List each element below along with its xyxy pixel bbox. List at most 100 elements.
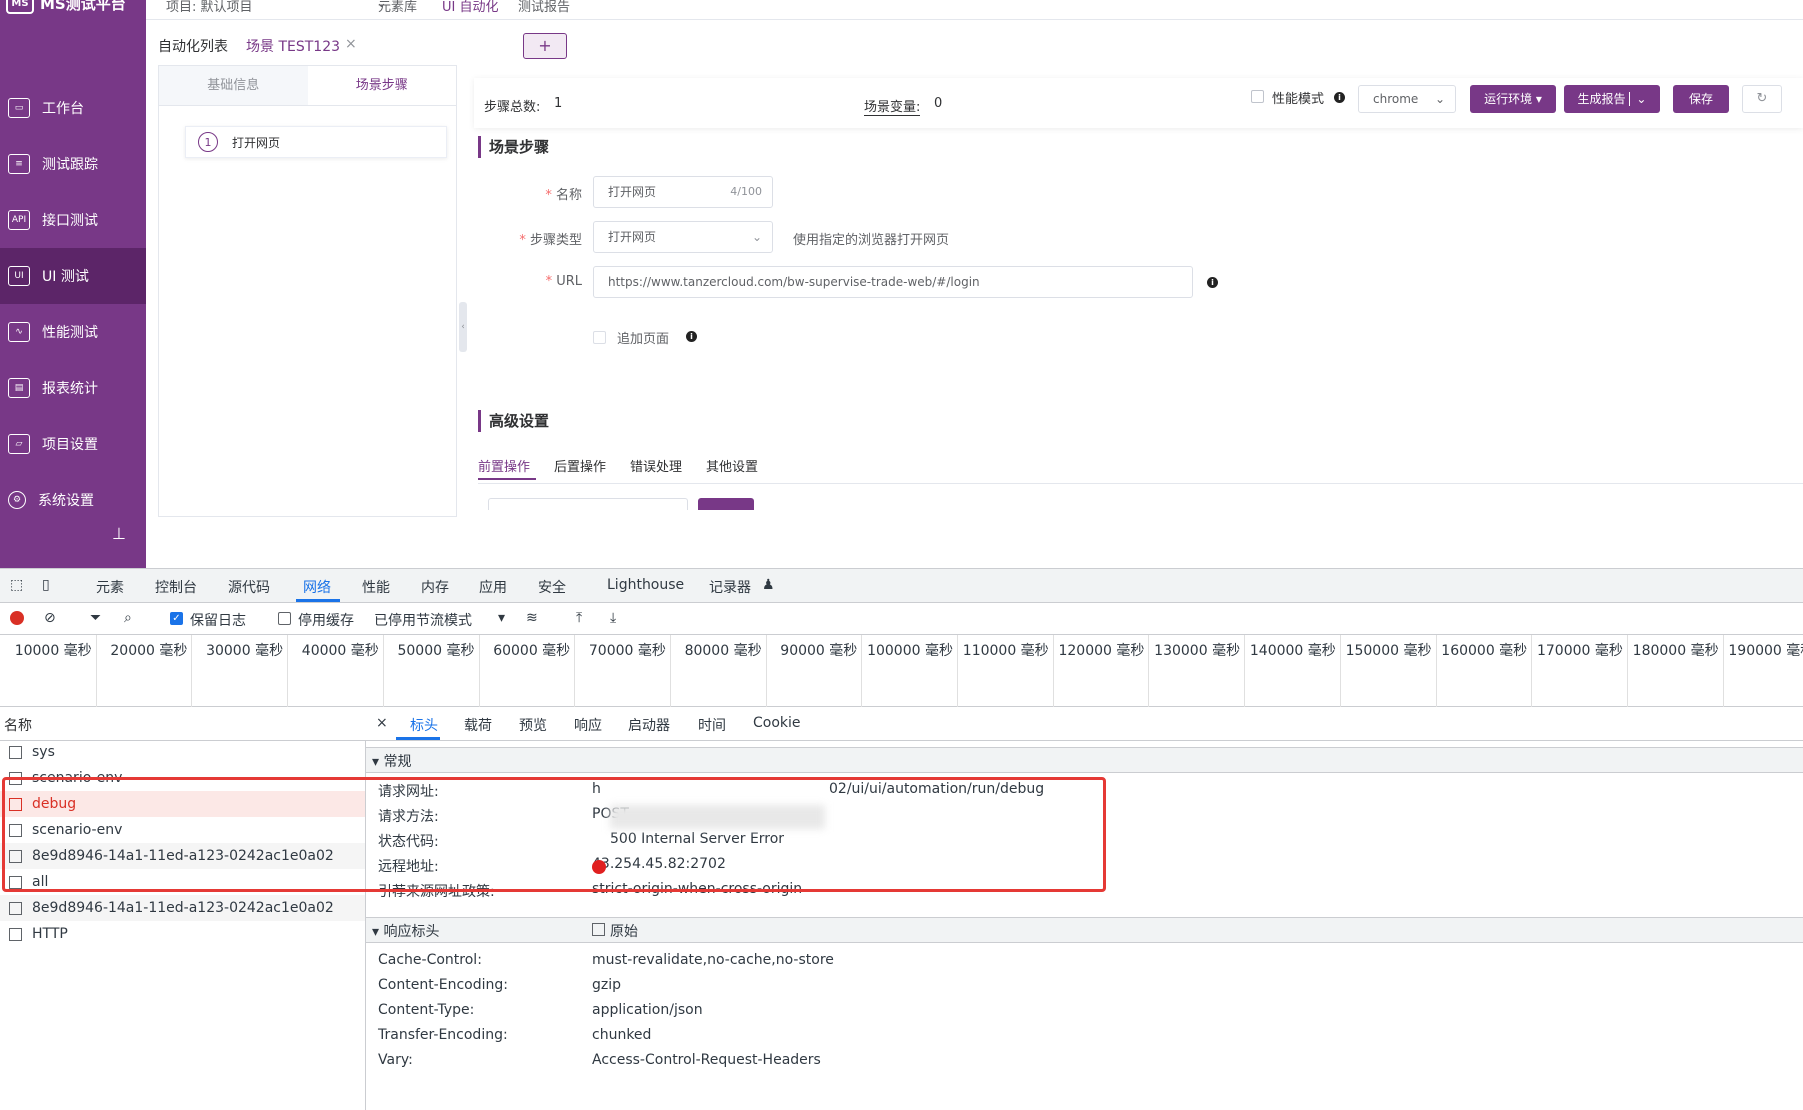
collapse-handle[interactable]: ‹ [459, 302, 467, 352]
append-page-checkbox[interactable] [593, 331, 606, 344]
network-toolbar: ⊘ ⏷ ⌕ ✓ 保留日志 停用缓存 已停用节流模式 ▾ ≋ ⤒ ⤓ [0, 603, 1803, 635]
download-icon[interactable]: ⤓ [610, 610, 616, 626]
request-row[interactable]: sys [0, 739, 365, 765]
request-row[interactable]: HTTP [0, 921, 365, 947]
raw-checkbox[interactable] [592, 923, 605, 936]
response-headers-section-header[interactable]: ▾ 响应标头 原始 [366, 917, 1803, 943]
header-key: Content-Type: [378, 1002, 475, 1018]
tab-initiator[interactable]: 启动器 [628, 715, 670, 735]
record-icon[interactable] [10, 611, 24, 625]
tab-response[interactable]: 响应 [574, 715, 602, 735]
project-selector[interactable]: 项目: 默认项目 [166, 0, 253, 15]
tab-basic-info[interactable]: 基础信息 [159, 66, 308, 105]
info-icon: i [1334, 92, 1345, 103]
tab-network[interactable]: 网络 [303, 577, 331, 597]
name-label: * 名称 [545, 188, 582, 203]
tab-application[interactable]: 应用 [479, 577, 507, 597]
tab-cookie[interactable]: Cookie [753, 715, 801, 731]
timeline-tick: 160000 毫秒 [1435, 635, 1532, 707]
step-type-value: 打开网页 [608, 230, 657, 244]
chart-icon: ∿ [8, 322, 30, 342]
close-icon[interactable]: × [376, 715, 388, 731]
timeline-tick: 70000 毫秒 [574, 635, 670, 707]
browser-select[interactable]: chrome ⌄ [1358, 85, 1456, 113]
report-icon: ▤ [8, 378, 30, 398]
tab-pre-operation[interactable]: 前置操作 [478, 456, 530, 475]
throttle-select[interactable]: 已停用节流模式 [374, 610, 472, 630]
steps-total-label: 步骤总数: [484, 100, 541, 115]
wifi-settings-icon[interactable]: ≋ [526, 610, 538, 626]
timeline-tick: 180000 毫秒 [1626, 635, 1723, 707]
save-button[interactable]: 保存 [1673, 85, 1729, 113]
step-item[interactable]: 1 打开网页 [185, 126, 447, 158]
sidebar: MS MS测试平台 ▭ 工作台 ≡ 测试跟踪 API 接口测试 UI UI 测试 ∿ 性能… [0, 0, 146, 568]
name-column-header[interactable]: 名称 [0, 707, 366, 741]
url-input[interactable]: https://www.tanzercloud.com/bw-supervise… [593, 266, 1193, 298]
tab-recorder[interactable]: 记录器 [709, 577, 751, 597]
search-icon[interactable]: ⌕ [124, 610, 132, 626]
tab-automation-list[interactable]: 自动化列表 [158, 36, 228, 56]
disable-cache-checkbox[interactable] [278, 612, 291, 625]
step-type-hint: 使用指定的浏览器打开网页 [793, 233, 950, 248]
top-tab-reports[interactable]: 测试报告 [518, 0, 570, 15]
preserve-log-label: 保留日志 [190, 613, 246, 629]
tab-elements[interactable]: 元素 [96, 577, 124, 597]
gen-report-button[interactable]: 生成报告 ⌄ [1564, 85, 1660, 113]
run-env-button[interactable]: 运行环境 ▾ [1470, 85, 1556, 113]
sidebar-item-reports[interactable]: ▤ 报表统计 [0, 360, 146, 416]
pre-operation-select[interactable] [488, 498, 688, 510]
sidebar-item-label: 接口测试 [42, 213, 98, 229]
tab-memory[interactable]: 内存 [421, 577, 449, 597]
tab-console[interactable]: 控制台 [155, 577, 197, 597]
sidebar-item-test-track[interactable]: ≡ 测试跟踪 [0, 136, 146, 192]
tab-lighthouse[interactable]: Lighthouse [607, 577, 684, 593]
tab-error-handling[interactable]: 错误处理 [630, 456, 682, 475]
upload-icon[interactable]: ⤒ [576, 610, 582, 626]
inspect-icon[interactable]: ⬚ [10, 577, 23, 593]
scene-var-link[interactable]: 场景变量: [864, 96, 921, 116]
tab-performance[interactable]: 性能 [362, 577, 390, 597]
sidebar-item-api-test[interactable]: API 接口测试 [0, 192, 146, 248]
ui-icon: UI [8, 266, 30, 286]
top-tab-elements[interactable]: 元素库 [378, 0, 417, 15]
general-section-header[interactable]: ▾ 常规 [366, 747, 1803, 773]
sidebar-item-system-settings[interactable]: ⚙ 系统设置 [0, 472, 146, 528]
top-tab-ui-automation[interactable]: UI 自动化 [442, 0, 498, 15]
perf-mode-checkbox[interactable] [1251, 90, 1264, 103]
timeline-tick: 80000 毫秒 [669, 635, 766, 707]
add-button[interactable] [698, 498, 754, 510]
tab-sources[interactable]: 源代码 [228, 577, 270, 597]
sidebar-item-workbench[interactable]: ▭ 工作台 [0, 80, 146, 136]
network-timeline: 10000 毫秒 20000 毫秒 30000 毫秒 40000 毫秒 50000 毫秒… [0, 635, 1803, 707]
step-type-select[interactable]: 打开网页 ⌄ [593, 221, 773, 253]
preserve-log-checkbox[interactable]: ✓ [170, 612, 183, 625]
sidebar-item-project-settings[interactable]: ▱ 项目设置 [0, 416, 146, 472]
tab-scene[interactable]: 场景 TEST123 [246, 36, 340, 56]
tab-security[interactable]: 安全 [538, 577, 566, 597]
device-toggle-icon[interactable]: ▯ [42, 577, 50, 593]
clear-icon[interactable]: ⊘ [44, 610, 56, 626]
sidebar-item-label: 性能测试 [42, 325, 98, 341]
filter-icon[interactable]: ⏷ [90, 610, 101, 626]
tab-headers[interactable]: 标头 [410, 715, 438, 735]
sidebar-item-label: 测试跟踪 [42, 157, 98, 173]
add-tab-button[interactable]: + [523, 33, 567, 59]
detail-tabs: × 标头 载荷 预览 响应 启动器 时间 Cookie [366, 707, 1803, 741]
app-logo[interactable]: MS MS测试平台 [6, 0, 126, 14]
sidebar-item-performance[interactable]: ∿ 性能测试 [0, 304, 146, 360]
tab-payload[interactable]: 载荷 [464, 715, 492, 735]
tab-preview[interactable]: 预览 [519, 715, 547, 735]
request-row[interactable]: 8e9d8946-14a1-11ed-a123-0242ac1e0a02 [0, 895, 365, 921]
name-input[interactable]: 打开网页 4/100 [593, 176, 773, 208]
refresh-button[interactable]: ↻ [1742, 85, 1782, 113]
tab-post-operation[interactable]: 后置操作 [554, 456, 606, 475]
tab-timing[interactable]: 时间 [698, 715, 726, 735]
tab-scene-steps[interactable]: 场景步骤 [307, 66, 456, 105]
timeline-tick: 60000 毫秒 [478, 635, 575, 707]
close-icon[interactable]: × [345, 36, 357, 52]
pin-icon[interactable]: ⊥ [112, 524, 126, 543]
raw-label: 原始 [610, 924, 638, 940]
timeline-tick: 170000 毫秒 [1531, 635, 1627, 707]
tab-other-settings[interactable]: 其他设置 [706, 456, 758, 475]
sidebar-item-ui-test[interactable]: UI UI 测试 [0, 248, 146, 304]
